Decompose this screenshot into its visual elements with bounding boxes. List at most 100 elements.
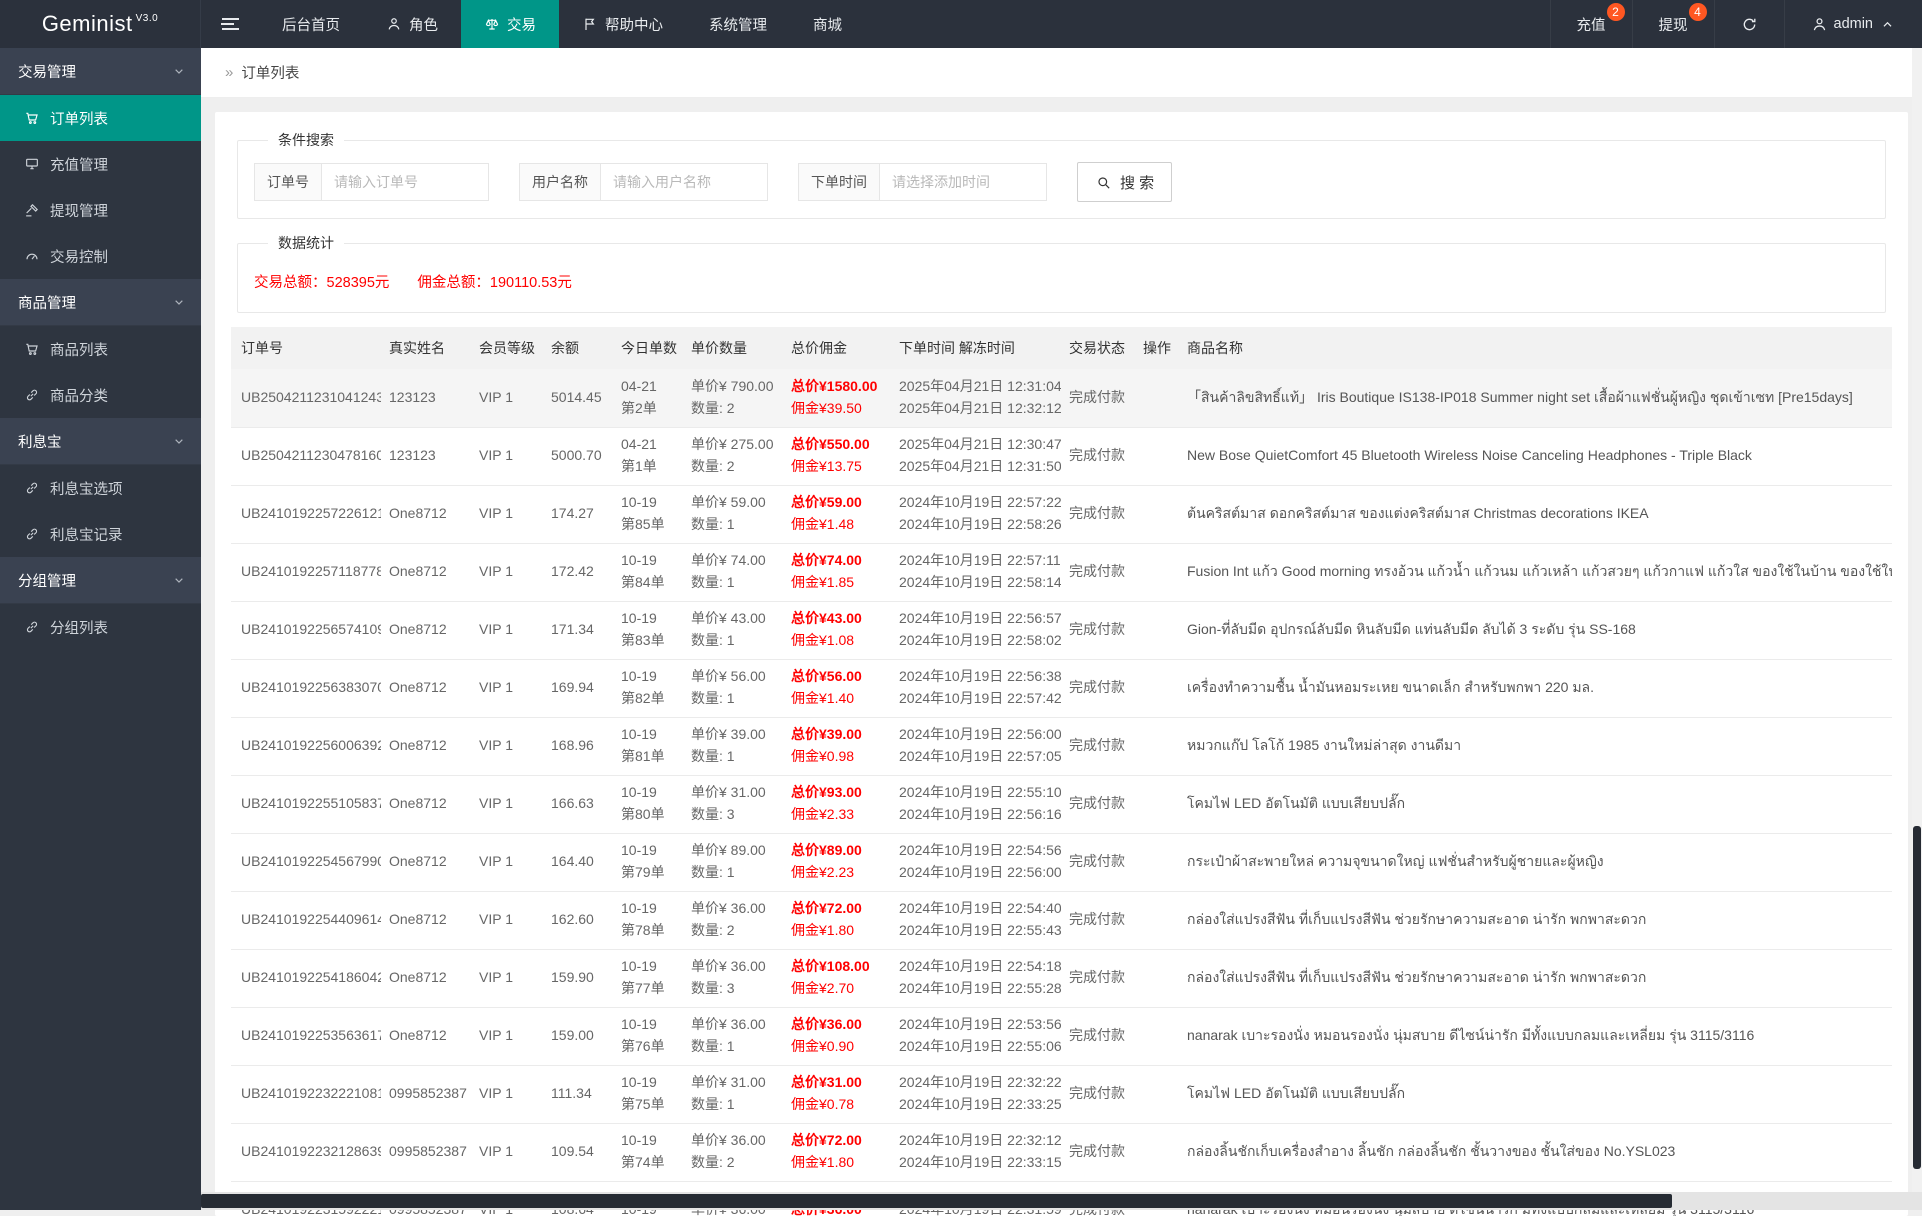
unfreeze-time: 2024年10月19日 22:58:02 [899,630,1053,652]
search-button[interactable]: 搜 索 [1077,162,1172,202]
order-time-input[interactable] [879,163,1047,201]
sidebar-group-header-trade-mgmt[interactable]: 交易管理 [0,48,201,95]
total-price: 总价¥56.00 [791,666,883,688]
order-row: UB2410192254409614One8712VIP 1162.6010-1… [231,891,1892,949]
search-field-order-time: 下单时间 [798,163,1047,201]
recharge-nav-button[interactable]: 充值 2 [1550,0,1632,48]
nav-item-label: 交易 [507,14,536,35]
sidebar-item-recharge-mgmt[interactable]: 充值管理 [0,141,201,187]
sidebar-group-header-goods-mgmt[interactable]: 商品管理 [0,279,201,326]
navbar-right: 充值 2 提现 4 admin [1550,0,1922,48]
main-content: » 订单列表 条件搜索 订单号用户名称下单时间搜 索 数据统计 交易总额：528… [201,48,1922,1210]
real-name: One8712 [389,1025,463,1047]
sidebar-group-header-group-mgmt[interactable]: 分组管理 [0,557,201,604]
cell-total-commission: 总价¥56.00佣金¥1.40 [783,659,891,717]
sidebar-item-withdraw-mgmt[interactable]: 提现管理 [0,187,201,233]
order-row: UB2410192255105837One8712VIP 1166.6310-1… [231,775,1892,833]
nav-item-home[interactable]: 后台首页 [259,0,363,48]
cell-status: 完成付款 [1061,891,1135,949]
order-no-input[interactable] [321,163,489,201]
nav-item-label: 商城 [813,14,842,35]
sidebar-item-goods-list[interactable]: 商品列表 [0,326,201,372]
search-field-label: 下单时间 [798,163,880,201]
cell-today-orders: 10-19第82单 [613,659,683,717]
cell-member-level: VIP 1 [471,659,543,717]
nav-item-mall[interactable]: 商城 [790,0,865,48]
cell-real-name: One8712 [381,485,471,543]
sidebar-item-label: 商品分类 [50,385,108,406]
order-row: UB2410192256006392One8712VIP 1168.9610-1… [231,717,1892,775]
horizontal-scrollbar[interactable] [201,1192,1912,1210]
unfreeze-time: 2024年10月19日 22:56:16 [899,804,1053,826]
sidebar-group-header-lixibao[interactable]: 利息宝 [0,418,201,465]
sidebar-item-lixibao-records[interactable]: 利息宝记录 [0,511,201,557]
cell-total-commission: 总价¥31.00佣金¥0.78 [783,1065,891,1123]
cell-times: 2024年10月19日 22:56:572024年10月19日 22:58:02 [891,601,1061,659]
cell-status: 完成付款 [1061,949,1135,1007]
status-text: 完成付款 [1069,793,1127,815]
order-time: 2025年04月21日 12:31:04 [899,376,1053,398]
horizontal-scrollbar-thumb[interactable] [201,1194,1672,1208]
admin-menu[interactable]: admin [1784,0,1922,48]
cell-product-name: กล่องใส่แปรงสีฟัน ที่เก็บแปรงสีฟัน ช่วยร… [1179,949,1892,1007]
sidebar-collapse-toggle[interactable] [201,0,259,48]
cell-status: 完成付款 [1061,717,1135,775]
cell-times: 2025年04月21日 12:30:472025年04月21日 12:31:50 [891,427,1061,485]
column-header: 操作 [1135,327,1179,369]
cell-member-level: VIP 1 [471,833,543,891]
member-level: VIP 1 [479,967,535,989]
total-price: 总价¥36.00 [791,1014,883,1036]
unit-price: 单价¥ 36.00 [691,1130,775,1152]
refresh-button[interactable] [1714,0,1784,48]
cell-status: 完成付款 [1061,601,1135,659]
cell-today-orders: 04-21第1单 [613,427,683,485]
unit-price: 单价¥ 39.00 [691,724,775,746]
commission: 佣金¥1.48 [791,514,883,536]
sidebar-item-goods-category[interactable]: 商品分类 [0,372,201,418]
cell-member-level: VIP 1 [471,891,543,949]
nav-item-trade[interactable]: 交易 [461,0,559,48]
breadcrumb-chevrons: » [225,64,233,81]
sidebar-item-group-list[interactable]: 分组列表 [0,604,201,650]
commission: 佣金¥0.98 [791,746,883,768]
order-row: UB2504211230478160123123VIP 15000.7004-2… [231,427,1892,485]
real-name: One8712 [389,967,463,989]
quantity: 数量: 1 [691,746,775,768]
sidebar-item-lixibao-options[interactable]: 利息宝选项 [0,465,201,511]
recharge-label: 充值 [1577,14,1606,35]
order-time: 2024年10月19日 22:57:11 [899,550,1053,572]
cell-total-commission: 总价¥72.00佣金¥1.80 [783,891,891,949]
total-amount-stat: 交易总额：528395元 [254,271,389,292]
quantity: 数量: 1 [691,572,775,594]
vertical-scrollbar[interactable] [1912,48,1922,1192]
product-name: กล่องใส่แปรงสีฟัน ที่เก็บแปรงสีฟัน ช่วยร… [1187,909,1884,931]
total-price: 总价¥1580.00 [791,376,883,398]
order-no: UB2410192256574109 [241,619,373,641]
total-price: 总价¥550.00 [791,434,883,456]
unfreeze-time: 2024年10月19日 22:58:14 [899,572,1053,594]
cell-member-level: VIP 1 [471,1065,543,1123]
cell-today-orders: 10-19第75单 [613,1065,683,1123]
nav-item-roles[interactable]: 角色 [363,0,461,48]
sidebar-item-trade-control[interactable]: 交易控制 [0,233,201,279]
withdraw-nav-button[interactable]: 提现 4 [1632,0,1714,48]
vertical-scrollbar-thumb[interactable] [1913,826,1921,1169]
real-name: 123123 [389,387,463,409]
status-text: 完成付款 [1069,1083,1127,1105]
column-header: 会员等级 [471,327,543,369]
member-level: VIP 1 [479,503,535,525]
username-input[interactable] [600,163,768,201]
unit-price: 单价¥ 36.00 [691,1014,775,1036]
order-seq: 第81单 [621,746,675,768]
nav-item-system[interactable]: 系统管理 [686,0,790,48]
sidebar-group-label: 交易管理 [18,61,76,82]
nav-item-label: 系统管理 [709,14,767,35]
cell-balance: 168.96 [543,717,613,775]
order-time: 2025年04月21日 12:30:47 [899,434,1053,456]
sidebar-item-order-list[interactable]: 订单列表 [0,95,201,141]
nav-item-help[interactable]: 帮助中心 [559,0,686,48]
order-seq: 第78单 [621,920,675,942]
product-name: nanarak เบาะรองนั่ง หมอนรองนั่ง นุ่มสบาย… [1187,1025,1884,1047]
cell-today-orders: 10-19第81单 [613,717,683,775]
cell-member-level: VIP 1 [471,1123,543,1181]
